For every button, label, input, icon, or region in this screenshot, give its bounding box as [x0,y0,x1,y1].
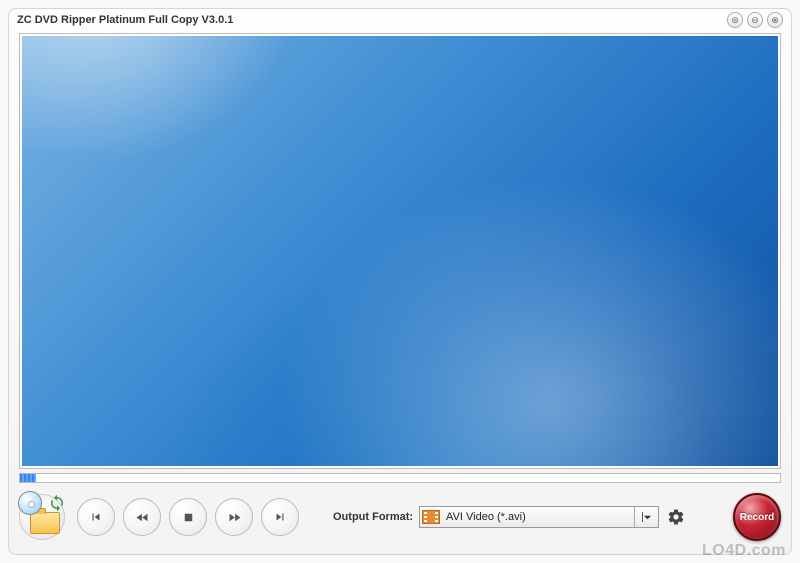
gear-icon [667,508,685,526]
close-button[interactable]: ⊗ [767,12,783,28]
rewind-button[interactable] [123,498,161,536]
skip-prev-icon [89,510,103,524]
app-window: ZC DVD Ripper Platinum Full Copy V3.0.1 … [8,8,792,555]
fast-forward-button[interactable] [215,498,253,536]
video-preview-frame [19,33,781,469]
help-button[interactable]: ⊜ [727,12,743,28]
skip-next-icon [273,510,287,524]
titlebar: ZC DVD Ripper Platinum Full Copy V3.0.1 … [9,9,791,31]
progress-fill [20,474,36,482]
stop-icon [181,510,196,525]
output-format-value: AVI Video (*.avi) [446,511,634,523]
disc-icon [18,491,42,515]
record-label: Record [740,512,774,523]
output-format-label: Output Format: [333,511,413,523]
close-icon: ⊗ [771,16,779,25]
rewind-icon [135,510,150,525]
open-disc-button[interactable] [19,494,65,540]
previous-button[interactable] [77,498,115,536]
filmstrip-icon [422,510,440,524]
minimize-button[interactable]: ⊖ [747,12,763,28]
output-format-select[interactable]: AVI Video (*.avi) [419,506,659,528]
watermark: LO4D.com [702,542,786,560]
help-icon: ⊜ [731,16,739,25]
record-button[interactable]: Record [733,493,781,541]
controls-row: Output Format: AVI Video (*.avi) Record [19,489,781,545]
folder-icon [30,512,60,534]
fast-forward-icon [227,510,242,525]
progress-bar[interactable] [19,473,781,483]
window-title: ZC DVD Ripper Platinum Full Copy V3.0.1 [17,14,723,26]
settings-button[interactable] [665,506,687,528]
refresh-arrows-icon [48,494,66,512]
dropdown-toggle[interactable] [634,507,656,527]
stop-button[interactable] [169,498,207,536]
minimize-icon: ⊖ [751,16,759,25]
next-button[interactable] [261,498,299,536]
chevron-down-icon [643,513,652,522]
video-preview[interactable] [22,36,778,466]
